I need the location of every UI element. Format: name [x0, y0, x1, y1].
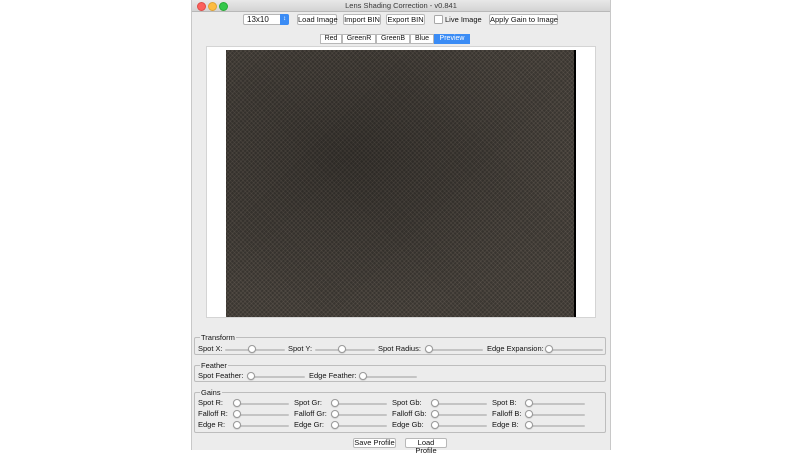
edge-r-knob[interactable] — [233, 421, 241, 429]
spot-b-knob[interactable] — [525, 399, 533, 407]
edge-gr-knob[interactable] — [331, 421, 339, 429]
load-profile-button[interactable]: Load Profile — [405, 438, 447, 455]
tab-blue[interactable]: Blue — [410, 34, 434, 44]
edge-expansion-knob[interactable] — [545, 345, 553, 353]
live-image-checkbox[interactable] — [434, 15, 443, 24]
falloff-b-knob[interactable] — [525, 410, 533, 418]
grid-size-select[interactable]: 13x10 ↕ — [243, 14, 289, 25]
falloff-gr-knob[interactable] — [331, 410, 339, 418]
spot-gb-knob[interactable] — [431, 399, 439, 407]
edge-expansion-label: Edge Expansion: — [487, 344, 544, 353]
spot-feather-slider[interactable] — [247, 372, 305, 380]
feather-group: Feather Spot Feather: Edge Feather: — [194, 361, 606, 382]
grid-size-value: 13x10 — [247, 15, 269, 24]
gains-title: Gains — [200, 388, 222, 397]
apply-gain-button[interactable]: Apply Gain to Image — [489, 14, 558, 25]
falloff-gb-slider[interactable] — [431, 410, 487, 418]
spot-radius-slider[interactable] — [425, 345, 483, 353]
edge-r-label: Edge R: — [198, 420, 226, 429]
spot-gb-label: Spot Gb: — [392, 398, 422, 407]
falloff-gb-knob[interactable] — [431, 410, 439, 418]
edge-r-slider[interactable] — [233, 421, 289, 429]
spot-r-knob[interactable] — [233, 399, 241, 407]
spot-gb-slider[interactable] — [431, 399, 487, 407]
export-bin-button[interactable]: Export BIN — [386, 14, 425, 25]
live-image-label: Live Image — [445, 15, 482, 24]
spot-b-slider[interactable] — [525, 399, 585, 407]
edge-expansion-slider[interactable] — [545, 345, 603, 353]
falloff-r-knob[interactable] — [233, 410, 241, 418]
spot-y-knob[interactable] — [338, 345, 347, 353]
spot-y-slider[interactable] — [315, 345, 375, 353]
feather-title: Feather — [200, 361, 228, 370]
spot-gr-label: Spot Gr: — [294, 398, 322, 407]
toolbar: 13x10 ↕ Load Image Import BIN Export BIN… — [192, 11, 610, 29]
edge-gb-label: Edge Gb: — [392, 420, 424, 429]
window-title: Lens Shading Correction - v0.841 — [345, 1, 457, 10]
spot-y-label: Spot Y: — [288, 344, 313, 353]
edge-gr-label: Edge Gr: — [294, 420, 325, 429]
falloff-r-label: Falloff R: — [198, 409, 228, 418]
spot-radius-knob[interactable] — [425, 345, 433, 353]
spot-gr-knob[interactable] — [331, 399, 339, 407]
edge-feather-knob[interactable] — [359, 372, 367, 380]
falloff-gr-label: Falloff Gr: — [294, 409, 327, 418]
edge-b-slider[interactable] — [525, 421, 585, 429]
spot-feather-label: Spot Feather: — [198, 371, 244, 380]
transform-title: Transform — [200, 333, 236, 342]
spot-x-label: Spot X: — [198, 344, 223, 353]
edge-feather-label: Edge Feather: — [309, 371, 357, 380]
spot-x-slider[interactable] — [225, 345, 285, 353]
edge-b-label: Edge B: — [492, 420, 519, 429]
gains-group: Gains Spot R: Spot Gr: Spot Gb: Spot B: … — [194, 388, 606, 433]
spot-r-label: Spot R: — [198, 398, 224, 407]
import-bin-button[interactable]: Import BIN — [343, 14, 381, 25]
load-image-button[interactable]: Load Image — [297, 14, 338, 25]
tab-greenr[interactable]: GreenR — [342, 34, 376, 44]
chevron-updown-icon[interactable]: ↕ — [280, 14, 289, 25]
spot-radius-label: Spot Radius: — [378, 344, 421, 353]
falloff-gr-slider[interactable] — [331, 410, 387, 418]
spot-x-knob[interactable] — [248, 345, 257, 353]
spot-r-slider[interactable] — [233, 399, 289, 407]
save-profile-button[interactable]: Save Profile — [353, 438, 396, 448]
falloff-gb-label: Falloff Gb: — [392, 409, 427, 418]
spot-gr-slider[interactable] — [331, 399, 387, 407]
transform-group: Transform Spot X: Spot Y: Spot Radius: E… — [194, 333, 606, 355]
tab-greenb[interactable]: GreenB — [376, 34, 410, 44]
spot-b-label: Spot B: — [492, 398, 517, 407]
tab-preview[interactable]: Preview — [434, 34, 470, 44]
app-window: Lens Shading Correction - v0.841 13x10 ↕… — [191, 0, 611, 455]
edge-b-knob[interactable] — [525, 421, 533, 429]
spot-feather-knob[interactable] — [247, 372, 255, 380]
tab-red[interactable]: Red — [320, 34, 342, 44]
falloff-r-slider[interactable] — [233, 410, 289, 418]
preview-panel — [206, 46, 596, 318]
preview-image — [226, 50, 576, 317]
edge-gr-slider[interactable] — [331, 421, 387, 429]
edge-gb-knob[interactable] — [431, 421, 439, 429]
edge-feather-slider[interactable] — [359, 372, 417, 380]
falloff-b-label: Falloff B: — [492, 409, 522, 418]
falloff-b-slider[interactable] — [525, 410, 585, 418]
edge-gb-slider[interactable] — [431, 421, 487, 429]
